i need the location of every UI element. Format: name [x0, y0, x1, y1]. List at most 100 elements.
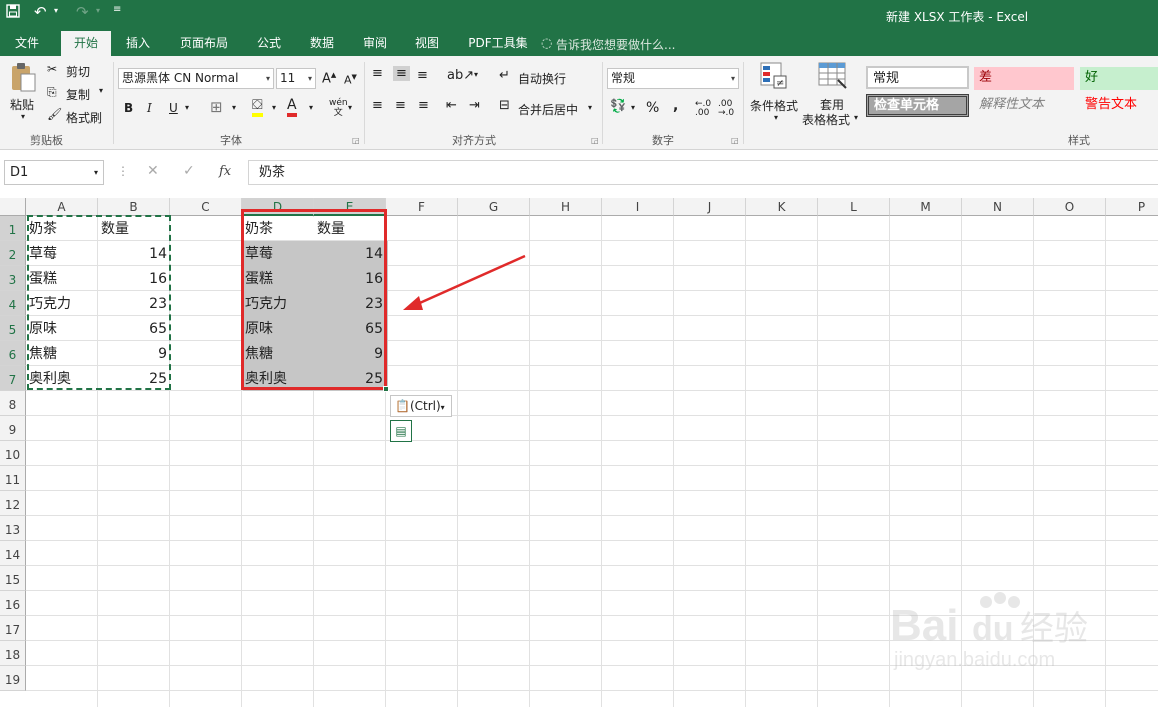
- column-header-m[interactable]: M: [890, 198, 962, 216]
- number-format-select[interactable]: 常规 ▾: [607, 68, 739, 89]
- increase-font-icon[interactable]: A▲: [322, 71, 336, 86]
- style-explanatory[interactable]: 解释性文本: [974, 94, 1074, 117]
- table-format-dropdown-icon[interactable]: ▾: [854, 113, 858, 122]
- row-header-4[interactable]: 4: [0, 291, 26, 316]
- save-icon[interactable]: [6, 4, 20, 22]
- conditional-format-dropdown-icon[interactable]: ▾: [774, 113, 778, 122]
- font-size-select[interactable]: 11 ▾: [276, 68, 316, 89]
- font-dialog-launcher-icon[interactable]: ◲: [352, 136, 360, 145]
- column-header-p[interactable]: P: [1106, 198, 1158, 216]
- tab-home[interactable]: 开始: [61, 31, 111, 56]
- row-header-11[interactable]: 11: [0, 466, 26, 491]
- style-good[interactable]: 好: [1080, 67, 1158, 90]
- paste-options-button[interactable]: 📋(Ctrl)▾: [390, 395, 452, 417]
- tell-me-search[interactable]: 告诉我您想要做什么...: [556, 36, 675, 53]
- merge-center-icon[interactable]: ⊟: [499, 98, 510, 113]
- row-header-5[interactable]: 5: [0, 316, 26, 341]
- formula-bar-options-icon[interactable]: ⋮: [117, 164, 129, 178]
- fill-handle[interactable]: [383, 386, 389, 392]
- style-warning[interactable]: 警告文本: [1080, 94, 1158, 117]
- column-header-f[interactable]: F: [386, 198, 458, 216]
- tab-insert[interactable]: 插入: [116, 31, 160, 56]
- fill-color-icon[interactable]: ⛋: [252, 97, 263, 117]
- paste-dropdown-icon[interactable]: ▾: [21, 112, 25, 121]
- font-name-select[interactable]: 思源黑体 CN Normal ▾: [118, 68, 274, 89]
- tab-view[interactable]: 视图: [406, 31, 448, 56]
- paste-icon[interactable]: [9, 62, 37, 97]
- align-bottom-icon[interactable]: ≡: [417, 68, 428, 83]
- conditional-format-icon[interactable]: ≠: [760, 62, 788, 93]
- accounting-format-icon[interactable]: 💱: [610, 99, 626, 114]
- decrease-font-icon[interactable]: A▼: [344, 73, 357, 87]
- align-top-icon[interactable]: ≡: [372, 66, 383, 81]
- style-normal[interactable]: 常规: [866, 66, 969, 89]
- cancel-icon[interactable]: ✕: [147, 163, 159, 179]
- border-icon[interactable]: ⊞: [210, 98, 223, 116]
- column-header-c[interactable]: C: [170, 198, 242, 216]
- column-header-n[interactable]: N: [962, 198, 1034, 216]
- copy-icon[interactable]: ⎘: [47, 85, 57, 100]
- align-left-icon[interactable]: ≡: [372, 98, 383, 113]
- alignment-dialog-launcher-icon[interactable]: ◲: [591, 136, 599, 145]
- tab-review[interactable]: 审阅: [354, 31, 396, 56]
- copy-button[interactable]: 复制: [66, 86, 90, 103]
- row-header-1[interactable]: 1: [0, 216, 26, 241]
- table-format-icon[interactable]: [818, 62, 848, 93]
- column-header-h[interactable]: H: [530, 198, 602, 216]
- orientation-icon[interactable]: ab↗: [447, 68, 474, 83]
- column-header-g[interactable]: G: [458, 198, 530, 216]
- row-header-9[interactable]: 9: [0, 416, 26, 441]
- name-box-dropdown-icon[interactable]: ▾: [94, 161, 98, 184]
- tab-file[interactable]: 文件: [0, 31, 54, 56]
- fill-color-dropdown-icon[interactable]: ▾: [272, 103, 276, 112]
- merge-center-button[interactable]: 合并后居中: [518, 101, 578, 118]
- row-header-7[interactable]: 7: [0, 366, 26, 391]
- increase-indent-icon[interactable]: ⇥: [469, 98, 480, 113]
- enter-icon[interactable]: ✓: [183, 163, 195, 179]
- row-header-19[interactable]: 19: [0, 666, 26, 691]
- decrease-decimal-icon[interactable]: .00 →.0: [718, 100, 734, 118]
- number-dialog-launcher-icon[interactable]: ◲: [731, 136, 739, 145]
- column-header-b[interactable]: B: [98, 198, 170, 216]
- row-header-8[interactable]: 8: [0, 391, 26, 416]
- name-box[interactable]: D1 ▾: [4, 160, 104, 185]
- align-right-icon[interactable]: ≡: [418, 98, 429, 113]
- row-header-18[interactable]: 18: [0, 641, 26, 666]
- wrap-text-icon[interactable]: ↵: [499, 68, 510, 83]
- decrease-indent-icon[interactable]: ⇤: [446, 98, 457, 113]
- row-header-12[interactable]: 12: [0, 491, 26, 516]
- wrap-text-button[interactable]: 自动换行: [518, 70, 566, 87]
- row-header-15[interactable]: 15: [0, 566, 26, 591]
- comma-button[interactable]: ,: [673, 98, 678, 114]
- tab-formulas[interactable]: 公式: [248, 31, 290, 56]
- row-header-2[interactable]: 2: [0, 241, 26, 266]
- column-header-k[interactable]: K: [746, 198, 818, 216]
- row-header-3[interactable]: 3: [0, 266, 26, 291]
- italic-button[interactable]: I: [147, 101, 152, 115]
- tab-data[interactable]: 数据: [300, 31, 344, 56]
- font-color-icon[interactable]: A: [287, 97, 297, 117]
- format-painter-button[interactable]: 格式刷: [66, 109, 102, 126]
- insert-function-button[interactable]: fx: [219, 164, 231, 179]
- row-header-10[interactable]: 10: [0, 441, 26, 466]
- accounting-dropdown-icon[interactable]: ▾: [631, 103, 635, 112]
- row-header-14[interactable]: 14: [0, 541, 26, 566]
- underline-button[interactable]: U: [169, 101, 178, 115]
- style-check-cell[interactable]: 检查单元格: [866, 94, 969, 117]
- column-header-o[interactable]: O: [1034, 198, 1106, 216]
- undo-dropdown-icon[interactable]: ▾: [54, 6, 58, 15]
- tab-page-layout[interactable]: 页面布局: [171, 31, 237, 56]
- redo-dropdown-icon[interactable]: ▾: [96, 6, 100, 15]
- table-format-button[interactable]: 表格格式: [802, 111, 850, 128]
- phonetic-dropdown-icon[interactable]: ▾: [348, 103, 352, 112]
- column-header-a[interactable]: A: [26, 198, 98, 216]
- formula-input[interactable]: 奶茶: [248, 160, 1158, 185]
- redo-icon[interactable]: ↷: [76, 3, 89, 21]
- row-header-6[interactable]: 6: [0, 341, 26, 366]
- merge-dropdown-icon[interactable]: ▾: [588, 103, 592, 112]
- column-header-l[interactable]: L: [818, 198, 890, 216]
- row-header-16[interactable]: 16: [0, 591, 26, 616]
- select-all-corner[interactable]: [0, 198, 26, 216]
- underline-dropdown-icon[interactable]: ▾: [185, 103, 189, 112]
- cut-button[interactable]: 剪切: [66, 63, 90, 80]
